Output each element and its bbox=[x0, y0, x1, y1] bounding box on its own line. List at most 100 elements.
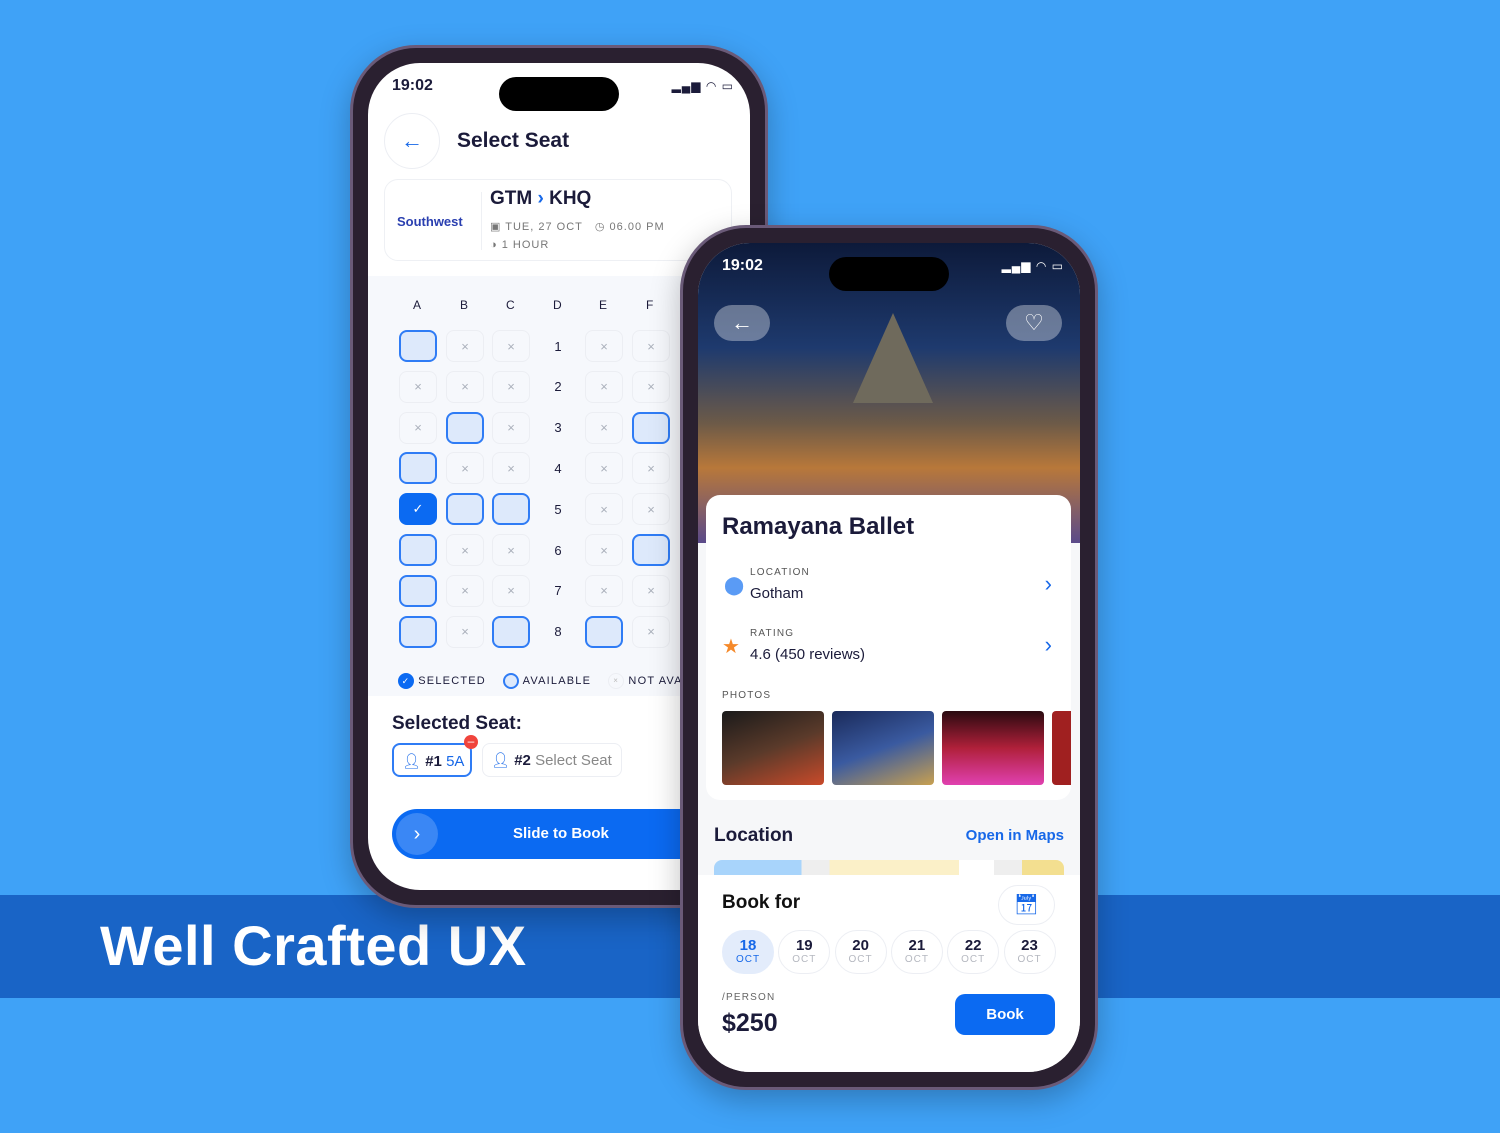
calendar-button[interactable]: 📅︎ bbox=[998, 885, 1055, 925]
status-time: 19:02 bbox=[722, 257, 763, 274]
photo-thumbnail[interactable] bbox=[1052, 711, 1071, 785]
back-button[interactable]: ← bbox=[384, 113, 440, 169]
status-icons: ▂▄▆ ◠ ▭ bbox=[1001, 259, 1064, 273]
seat-available[interactable] bbox=[399, 574, 437, 607]
selected-legend-icon: ✓ bbox=[398, 673, 414, 689]
slide-label: Slide to Book bbox=[513, 825, 609, 842]
photos-label: PHOTOS bbox=[722, 690, 772, 701]
date-option[interactable]: 18 OCT bbox=[722, 930, 774, 974]
person-icon: 👤︎ bbox=[402, 753, 422, 770]
seat-unavailable: × bbox=[585, 452, 623, 485]
photo-strip bbox=[722, 711, 1071, 785]
photo-thumbnail[interactable] bbox=[942, 711, 1044, 785]
open-in-maps-link[interactable]: Open in Maps bbox=[966, 827, 1064, 844]
seat-unavailable: × bbox=[446, 574, 484, 607]
seat-available[interactable] bbox=[399, 615, 437, 648]
date-day: 19 bbox=[795, 937, 813, 954]
seat-unavailable: × bbox=[632, 493, 670, 526]
seat-available[interactable] bbox=[399, 534, 437, 566]
seat-available[interactable] bbox=[492, 493, 530, 526]
seat-available[interactable] bbox=[632, 411, 670, 444]
slide-handle[interactable]: › bbox=[396, 813, 438, 855]
passenger-2-chip[interactable]: 👤︎ #2 Select Seat bbox=[482, 743, 622, 777]
rating-label: RATING bbox=[750, 628, 795, 639]
row-number: 2 bbox=[554, 379, 562, 395]
date-option[interactable]: 19 OCT bbox=[778, 930, 831, 974]
date-month: OCT bbox=[848, 954, 873, 965]
photo-thumbnail[interactable] bbox=[832, 711, 934, 785]
price: $250 bbox=[722, 1009, 778, 1037]
back-button[interactable]: ← bbox=[714, 305, 770, 341]
row-number: 3 bbox=[554, 420, 562, 436]
date-option[interactable]: 20 OCT bbox=[834, 930, 887, 974]
row-number: 6 bbox=[554, 542, 562, 558]
heart-icon: ♡ bbox=[1024, 310, 1044, 335]
column-header: E bbox=[599, 298, 608, 312]
status-time: 19:02 bbox=[392, 77, 433, 94]
passenger-number: #1 bbox=[425, 753, 442, 770]
seat-unavailable: × bbox=[492, 452, 530, 485]
temple-silhouette bbox=[853, 313, 933, 403]
seat-unavailable: × bbox=[585, 330, 623, 362]
location-row[interactable]: ⬤ LOCATION Gotham › bbox=[722, 565, 1052, 609]
page-title: Select Seat bbox=[457, 129, 570, 152]
person-icon: 👤︎ bbox=[491, 752, 511, 769]
date-option[interactable]: 22 OCT bbox=[947, 930, 1000, 974]
date-month: OCT bbox=[961, 954, 986, 965]
legend: ✓ SELECTED AVAILABLE × NOT AVAI bbox=[398, 673, 687, 689]
seat-unavailable: × bbox=[585, 493, 623, 526]
seat-unavailable: × bbox=[632, 330, 670, 362]
date-month: OCT bbox=[735, 954, 761, 965]
divider bbox=[481, 192, 482, 250]
seat-available[interactable] bbox=[492, 615, 530, 648]
date-day: 20 bbox=[852, 937, 869, 954]
rating-value: 4.6 (450 reviews) bbox=[750, 646, 866, 663]
chevron-right-icon: › bbox=[537, 188, 544, 209]
location-value: Gotham bbox=[750, 585, 804, 602]
photo-thumbnail[interactable] bbox=[722, 711, 824, 785]
event-screen: 19:02 ▂▄▆ ◠ ▭ ← ♡ Ramayana Ballet ⬤ LOCA… bbox=[698, 243, 1080, 1072]
favorite-button[interactable]: ♡ bbox=[1006, 305, 1062, 341]
calendar-edit-icon: 📅︎ bbox=[1013, 894, 1040, 916]
event-title: Ramayana Ballet bbox=[722, 513, 915, 540]
arrow-left-icon: ← bbox=[401, 128, 423, 153]
arrow-left-icon: ← bbox=[731, 310, 753, 335]
booking-panel: Book for 📅︎ 18 OCT 19 OCT 20 OCT 21 OCT 22 OCT 23 O… bbox=[698, 875, 1080, 1072]
available-legend-icon bbox=[502, 673, 519, 689]
row-number: 5 bbox=[554, 501, 562, 517]
date-option[interactable]: 23 OCT bbox=[1003, 930, 1056, 974]
seat-available[interactable] bbox=[399, 452, 437, 485]
seat-unavailable: × bbox=[446, 330, 484, 362]
flight-card: Southwest GTM › KHQ ▣ TUE, 27 OCT ◷ 06.0… bbox=[384, 179, 732, 261]
location-label: LOCATION bbox=[750, 567, 810, 578]
column-header: D bbox=[553, 298, 562, 312]
flight-date: TUE, 27 OCT bbox=[505, 221, 583, 233]
airline-logo: Southwest bbox=[397, 214, 463, 229]
seat-selected[interactable]: ✓ bbox=[399, 493, 437, 526]
banner-title: Well Crafted UX bbox=[100, 914, 527, 977]
row-number: 7 bbox=[554, 583, 562, 599]
duration-icon: ◑ bbox=[490, 239, 498, 251]
seat-unavailable: × bbox=[399, 370, 437, 403]
passenger-1-chip[interactable]: 👤︎ #1 5A – bbox=[392, 735, 478, 777]
seat-unavailable: × bbox=[492, 411, 530, 444]
seat-available[interactable] bbox=[585, 615, 623, 648]
legend-selected: SELECTED bbox=[418, 674, 486, 687]
rating-row[interactable]: ★ RATING 4.6 (450 reviews) › bbox=[722, 626, 1052, 670]
column-header: A bbox=[413, 298, 422, 312]
book-button[interactable]: Book bbox=[955, 994, 1055, 1035]
price-label: /PERSON bbox=[722, 992, 776, 1003]
seat-available[interactable] bbox=[399, 330, 437, 362]
origin: GTM bbox=[490, 188, 533, 209]
seat-available[interactable] bbox=[446, 493, 484, 526]
remove-icon[interactable]: – bbox=[464, 735, 478, 749]
row-number: 4 bbox=[554, 460, 562, 476]
seat-available[interactable] bbox=[632, 534, 670, 566]
book-for-title: Book for bbox=[722, 892, 801, 913]
dynamic-island bbox=[499, 77, 619, 111]
chevron-right-icon: › bbox=[1044, 632, 1052, 657]
date-day: 23 bbox=[1021, 937, 1038, 954]
passenger-number: #2 bbox=[514, 752, 531, 769]
date-option[interactable]: 21 OCT bbox=[890, 930, 943, 974]
seat-available[interactable] bbox=[446, 411, 484, 444]
